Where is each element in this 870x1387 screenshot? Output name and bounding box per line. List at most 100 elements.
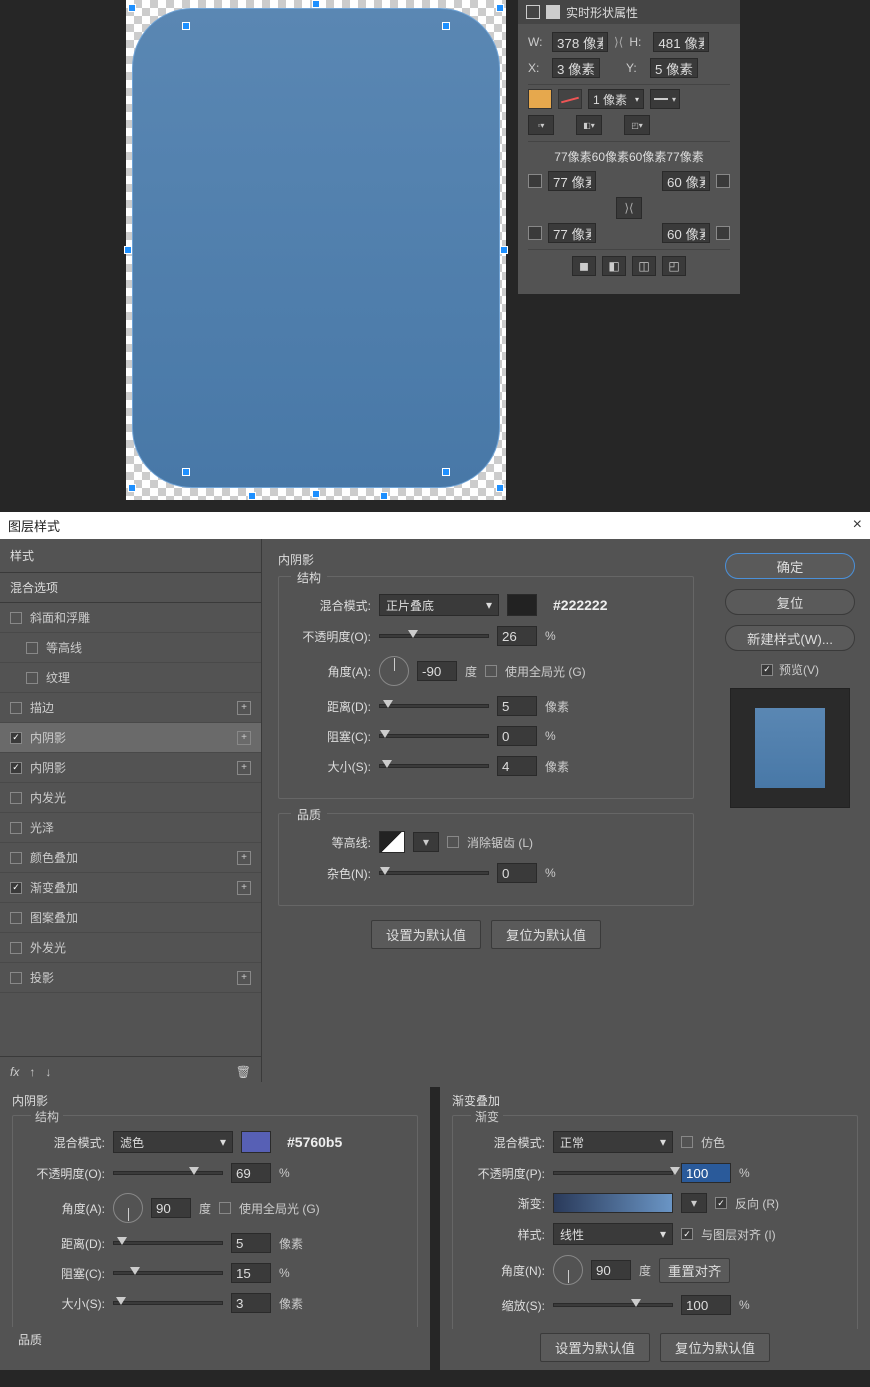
add-inner-shadow2-icon[interactable]: + <box>237 761 251 775</box>
is2-choke-slider[interactable] <box>113 1271 223 1275</box>
trash-icon[interactable]: 🗑 <box>236 1065 251 1079</box>
style-satin[interactable]: 光泽 <box>0 813 261 843</box>
style-inner-shadow-1[interactable]: 内阴影+ <box>0 723 261 753</box>
pathop-exclude[interactable]: ◰ <box>662 256 686 276</box>
radius-tl-input[interactable] <box>548 171 596 191</box>
ok-button[interactable]: 确定 <box>725 553 855 579</box>
blending-options[interactable]: 混合选项 <box>0 573 261 603</box>
style-contour[interactable]: 等高线 <box>0 633 261 663</box>
style-stroke[interactable]: 描边+ <box>0 693 261 723</box>
close-button[interactable]: × <box>853 516 862 535</box>
grad-opacity-slider[interactable] <box>553 1171 673 1175</box>
distance-slider[interactable] <box>379 704 489 708</box>
is2-angle-dial[interactable] <box>113 1193 143 1223</box>
height-input[interactable] <box>653 32 709 52</box>
fx-menu[interactable]: fx <box>10 1065 19 1079</box>
link-radii-button[interactable]: ⟩⟨ <box>616 197 642 219</box>
width-input[interactable] <box>552 32 608 52</box>
handle-bl[interactable] <box>128 484 136 492</box>
pathop-combine[interactable]: ◼ <box>572 256 596 276</box>
preview-checkbox[interactable] <box>761 664 773 676</box>
choke-input[interactable] <box>497 726 537 746</box>
is2-opacity-slider[interactable] <box>113 1171 223 1175</box>
handle-b2[interactable] <box>380 492 388 500</box>
style-drop-shadow[interactable]: 投影+ <box>0 963 261 993</box>
grad-default-button[interactable]: 设置为默认值 <box>540 1333 650 1362</box>
gradient-picker[interactable] <box>553 1193 673 1213</box>
angle-dial[interactable] <box>379 656 409 686</box>
handle-tl[interactable] <box>128 4 136 12</box>
pathop-intersect[interactable]: ◫ <box>632 256 656 276</box>
radius-bl-input[interactable] <box>548 223 596 243</box>
is2-global-light-checkbox[interactable] <box>219 1202 231 1214</box>
radius-tr-lock[interactable] <box>716 174 730 188</box>
noise-slider[interactable] <box>379 871 489 875</box>
is2-color-swatch[interactable] <box>241 1131 271 1153</box>
size-slider[interactable] <box>379 764 489 768</box>
style-texture[interactable]: 纹理 <box>0 663 261 693</box>
add-stroke-icon[interactable]: + <box>237 701 251 715</box>
opacity-input[interactable] <box>497 626 537 646</box>
dither-checkbox[interactable] <box>681 1136 693 1148</box>
antialias-checkbox[interactable] <box>447 836 459 848</box>
radius-bl-lock[interactable] <box>528 226 542 240</box>
style-outer-glow[interactable]: 外发光 <box>0 933 261 963</box>
style-inner-shadow-2[interactable]: 内阴影+ <box>0 753 261 783</box>
link-wh-icon[interactable]: ⟩⟨ <box>614 35 623 49</box>
rounded-rect-shape[interactable] <box>132 8 500 488</box>
stroke-style-dropdown[interactable]: ▾ <box>650 89 680 109</box>
gradient-dropdown[interactable]: ▾ <box>681 1193 707 1213</box>
handle-ml[interactable] <box>124 246 132 254</box>
move-up-icon[interactable]: ↑ <box>29 1065 35 1079</box>
size-input[interactable] <box>497 756 537 776</box>
radius-handle-br[interactable] <box>442 468 450 476</box>
grad-blend-select[interactable]: 正常▾ <box>553 1131 673 1153</box>
styles-header[interactable]: 样式 <box>0 539 261 573</box>
grad-style-select[interactable]: 线性▾ <box>553 1223 673 1245</box>
align-dropdown[interactable]: ▫▾ <box>528 115 554 135</box>
add-gradient-overlay-icon[interactable]: + <box>237 881 251 895</box>
radius-handle-tl[interactable] <box>182 22 190 30</box>
handle-tr[interactable] <box>496 4 504 12</box>
cap-dropdown[interactable]: ◧▾ <box>576 115 602 135</box>
is2-angle-input[interactable] <box>151 1198 191 1218</box>
radius-handle-bl[interactable] <box>182 468 190 476</box>
choke-slider[interactable] <box>379 734 489 738</box>
new-style-button[interactable]: 新建样式(W)... <box>725 625 855 651</box>
is2-distance-slider[interactable] <box>113 1241 223 1245</box>
radius-tr-input[interactable] <box>662 171 710 191</box>
handle-b1[interactable] <box>248 492 256 500</box>
opacity-slider[interactable] <box>379 634 489 638</box>
style-color-overlay[interactable]: 颜色叠加+ <box>0 843 261 873</box>
is2-size-slider[interactable] <box>113 1301 223 1305</box>
distance-input[interactable] <box>497 696 537 716</box>
radius-br-lock[interactable] <box>716 226 730 240</box>
reverse-checkbox[interactable] <box>715 1197 727 1209</box>
contour-picker[interactable] <box>379 831 405 853</box>
handle-br[interactable] <box>496 484 504 492</box>
fill-swatch[interactable] <box>528 89 552 109</box>
handle-mr[interactable] <box>500 246 508 254</box>
add-color-overlay-icon[interactable]: + <box>237 851 251 865</box>
align-checkbox[interactable] <box>681 1228 693 1240</box>
reset-default-button[interactable]: 复位为默认值 <box>491 920 601 949</box>
grad-scale-slider[interactable] <box>553 1303 673 1307</box>
angle-input[interactable] <box>417 661 457 681</box>
grad-reset-button[interactable]: 复位为默认值 <box>660 1333 770 1362</box>
move-down-icon[interactable]: ↓ <box>45 1065 51 1079</box>
style-gradient-overlay[interactable]: 渐变叠加+ <box>0 873 261 903</box>
x-input[interactable] <box>552 58 600 78</box>
y-input[interactable] <box>650 58 698 78</box>
contour-dropdown[interactable]: ▾ <box>413 832 439 852</box>
cancel-button[interactable]: 复位 <box>725 589 855 615</box>
style-bevel[interactable]: 斜面和浮雕 <box>0 603 261 633</box>
grad-angle-dial[interactable] <box>553 1255 583 1285</box>
grad-angle-input[interactable] <box>591 1260 631 1280</box>
style-inner-glow[interactable]: 内发光 <box>0 783 261 813</box>
corner-dropdown[interactable]: ◰▾ <box>624 115 650 135</box>
noise-input[interactable] <box>497 863 537 883</box>
grad-scale-input[interactable] <box>681 1295 731 1315</box>
is2-opacity-input[interactable] <box>231 1163 271 1183</box>
radius-tl-lock[interactable] <box>528 174 542 188</box>
global-light-checkbox[interactable] <box>485 665 497 677</box>
